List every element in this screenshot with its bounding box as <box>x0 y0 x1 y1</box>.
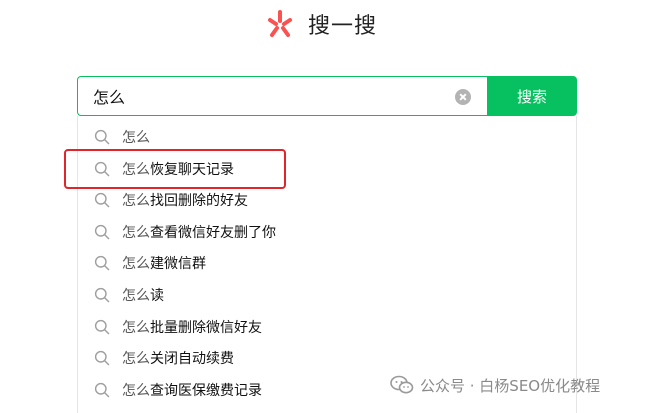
search-icon <box>94 161 110 176</box>
search-box <box>77 76 487 116</box>
suggestion-completion: 查询医保缴费记录 <box>150 382 262 399</box>
suggestion-prefix: 怎么 <box>122 319 150 336</box>
search-button[interactable]: 搜索 <box>487 76 577 116</box>
suggestion-prefix: 怎么 <box>122 351 150 368</box>
suggestion-prefix: 怎么 <box>122 288 150 304</box>
suggestion-text: 怎么查看微信好友删了你 <box>122 222 276 242</box>
suggestion-list: 怎么 怎么恢复聊天记录 怎么找回删除的好友 怎么查看微信好友删了你 怎么建微信群 怎么读怎… <box>77 116 577 413</box>
suggestion-text: 怎么读 <box>122 285 164 305</box>
suggestion-item[interactable]: 怎么建微信群 <box>94 251 206 275</box>
suggestion-completion: 恢复聊天记录 <box>150 161 234 178</box>
suggestion-completion: 关闭自动续费 <box>150 351 234 368</box>
suggestion-prefix: 怎么 <box>122 193 150 210</box>
watermark-text: 公众号 · 白杨SEO优化教程 <box>420 376 601 395</box>
suggestion-item[interactable]: 怎么关闭自动续费 <box>94 346 234 370</box>
suggestion-prefix: 怎么 <box>122 161 150 178</box>
suggestion-item[interactable]: 怎么查询医保缴费记录 <box>94 378 262 402</box>
suggestion-item[interactable]: 怎么恢复聊天记录 <box>94 157 234 181</box>
search-icon <box>94 319 110 334</box>
search-icon <box>94 193 110 208</box>
suggestion-prefix: 怎么 <box>122 130 150 146</box>
search-icon <box>94 224 110 240</box>
search-icon <box>94 129 110 145</box>
suggestion-prefix: 怎么 <box>122 382 150 399</box>
suggestion-text: 怎么 <box>122 127 150 147</box>
sou-yi-sou-logo-icon <box>268 10 292 37</box>
suggestion-item[interactable]: 怎么找回删除的好友 <box>94 188 248 212</box>
search-icon <box>94 351 110 366</box>
suggestion-completion: 批量删除微信好友 <box>150 319 262 336</box>
suggestion-completion: 读 <box>150 288 164 304</box>
search-bar: 搜索 <box>77 76 577 116</box>
suggestion-prefix: 怎么 <box>122 256 150 273</box>
logo-title: 搜一搜 <box>308 14 378 39</box>
search-icon <box>94 256 110 271</box>
suggestion-text: 怎么查询医保缴费记录 <box>122 380 262 400</box>
suggestion-completion: 查看微信好友删了你 <box>150 224 276 241</box>
suggestion-text: 怎么批量删除微信好友 <box>122 317 262 337</box>
watermark: 公众号 · 白杨SEO优化教程 <box>390 372 600 398</box>
suggestion-item[interactable]: 怎么批量删除微信好友 <box>94 315 262 339</box>
search-icon <box>94 287 110 303</box>
suggestion-item[interactable]: 怎么查看微信好友删了你 <box>94 220 276 244</box>
suggestion-completion: 建微信群 <box>150 256 206 273</box>
suggestion-text: 怎么建微信群 <box>122 253 206 273</box>
search-input[interactable] <box>78 85 455 107</box>
clear-icon[interactable] <box>455 89 471 105</box>
search-icon <box>94 382 110 398</box>
logo: 搜一搜 <box>262 8 377 40</box>
suggestion-text: 怎么找回删除的好友 <box>122 190 248 210</box>
wechat-icon <box>390 375 414 394</box>
suggestion-text: 怎么恢复聊天记录 <box>122 159 234 179</box>
suggestion-text: 怎么关闭自动续费 <box>122 348 234 368</box>
suggestion-item[interactable]: 怎么 <box>94 125 150 149</box>
suggestion-completion: 找回删除的好友 <box>150 193 248 210</box>
suggestion-prefix: 怎么 <box>122 224 150 241</box>
suggestion-item[interactable]: 怎么读 <box>94 283 164 307</box>
